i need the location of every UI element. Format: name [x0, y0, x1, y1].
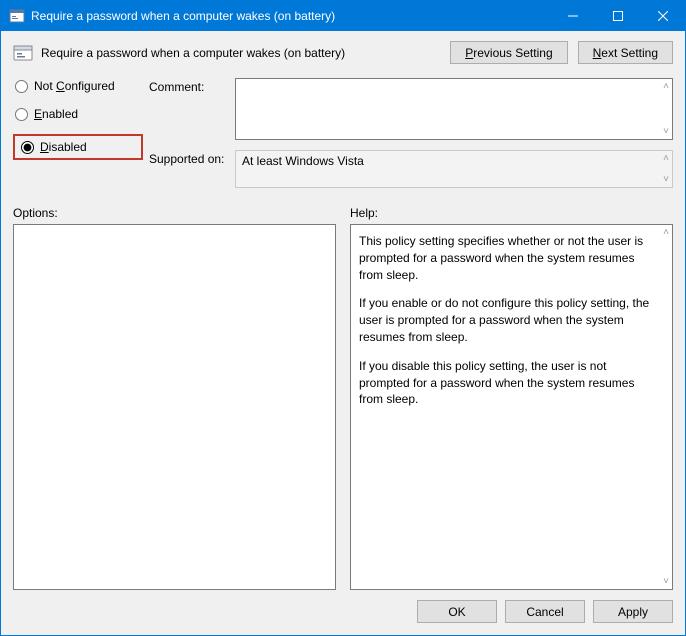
- radio-not-configured[interactable]: Not Configured: [13, 78, 143, 94]
- options-pane: [13, 224, 336, 590]
- help-label: Help:: [350, 206, 673, 220]
- help-paragraph: This policy setting specifies whether or…: [359, 233, 654, 283]
- next-setting-button[interactable]: Next Setting: [578, 41, 673, 64]
- highlight-disabled: Disabled: [13, 134, 143, 160]
- maximize-button[interactable]: [595, 1, 640, 31]
- supported-on-value: At least Windows Vista: [242, 154, 364, 168]
- state-radio-group: Not Configured Enabled Disabled: [13, 78, 143, 160]
- comment-label: Comment:: [149, 78, 229, 94]
- options-label: Options:: [13, 206, 336, 220]
- previous-setting-button[interactable]: Previous Setting: [450, 41, 567, 64]
- help-paragraph: If you disable this policy setting, the …: [359, 358, 654, 408]
- dialog-footer: OK Cancel Apply: [13, 590, 673, 623]
- scroll-down-icon: ˅: [663, 126, 669, 137]
- policy-title: Require a password when a computer wakes…: [41, 46, 345, 60]
- comment-textarea[interactable]: ˄ ˅: [235, 78, 673, 140]
- apply-button[interactable]: Apply: [593, 600, 673, 623]
- supported-label: Supported on:: [149, 150, 229, 166]
- scroll-up-icon: ˄: [663, 81, 669, 92]
- radio-disabled[interactable]: Disabled: [19, 139, 89, 155]
- scroll-up-icon: ˄: [663, 227, 669, 238]
- radio-enabled-input[interactable]: [15, 108, 28, 121]
- scroll-up-icon: ˄: [663, 153, 669, 164]
- help-paragraph: If you enable or do not configure this p…: [359, 295, 654, 345]
- ok-button[interactable]: OK: [417, 600, 497, 623]
- policy-dialog: Require a password when a computer wakes…: [0, 0, 686, 636]
- scroll-down-icon: ˅: [663, 174, 669, 185]
- close-button[interactable]: [640, 1, 685, 31]
- radio-disabled-input[interactable]: [21, 141, 34, 154]
- titlebar: Require a password when a computer wakes…: [1, 1, 685, 31]
- minimize-button[interactable]: [550, 1, 595, 31]
- scroll-down-icon: ˅: [663, 576, 669, 587]
- policy-icon: [13, 43, 33, 63]
- radio-not-configured-input[interactable]: [15, 80, 28, 93]
- cancel-button[interactable]: Cancel: [505, 600, 585, 623]
- policy-window-icon: [9, 8, 25, 24]
- help-pane: This policy setting specifies whether or…: [350, 224, 673, 590]
- radio-enabled[interactable]: Enabled: [13, 106, 143, 122]
- window-title: Require a password when a computer wakes…: [31, 9, 550, 23]
- supported-on-box: At least Windows Vista ˄ ˅: [235, 150, 673, 188]
